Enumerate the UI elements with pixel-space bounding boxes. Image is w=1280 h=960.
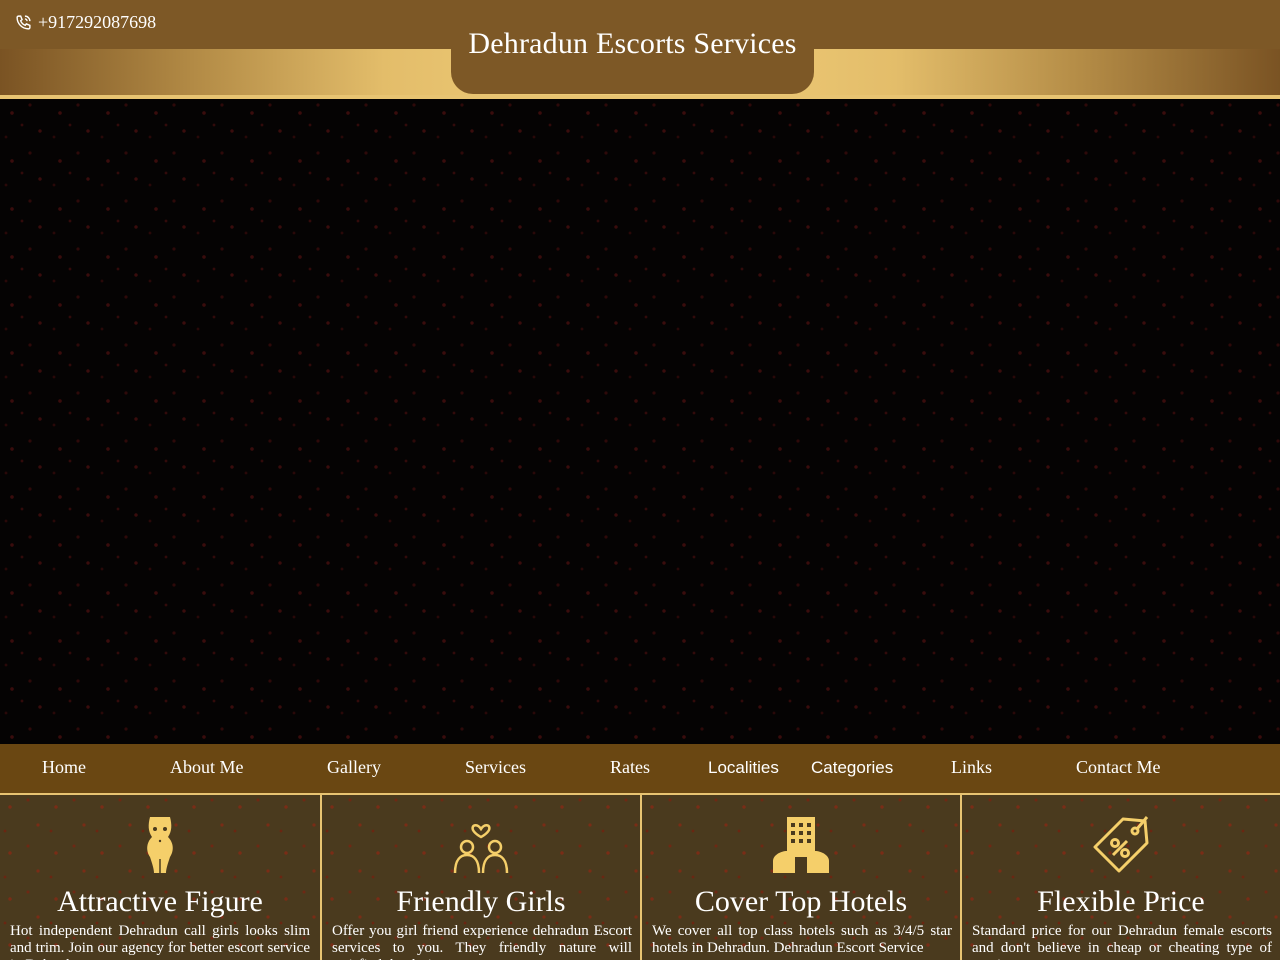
feature-cards: Attractive Figure Hot independent Dehrad…: [0, 793, 1280, 960]
title-tab: Dehradun Escorts Services: [451, 0, 814, 94]
couple-heart-icon: [453, 824, 509, 874]
feature-card-figure: Attractive Figure Hot independent Dehrad…: [0, 795, 320, 960]
feature-title: Friendly Girls: [396, 885, 566, 918]
nav-rates[interactable]: Rates: [610, 757, 650, 778]
nav-localities[interactable]: Localities: [708, 758, 779, 778]
nav-links[interactable]: Links: [951, 757, 992, 778]
feature-text: Hot independent Dehradun call girls look…: [10, 923, 310, 960]
feature-title: Flexible Price: [1037, 885, 1205, 918]
nav-gallery[interactable]: Gallery: [327, 757, 381, 778]
feature-text: Standard price for our Dehradun female e…: [972, 923, 1272, 960]
phone-link[interactable]: +917292087698: [15, 12, 156, 33]
site-header: +917292087698 Dehradun Escorts Services: [0, 0, 1280, 99]
phone-icon: [16, 15, 31, 30]
figure-icon: [147, 817, 173, 873]
hero-banner: [0, 99, 1280, 744]
site-title[interactable]: Dehradun Escorts Services: [468, 27, 796, 94]
feature-title: Attractive Figure: [57, 885, 263, 918]
nav-services[interactable]: Services: [465, 757, 526, 778]
nav-contact-me[interactable]: Contact Me: [1076, 757, 1160, 778]
nav-categories[interactable]: Categories: [811, 758, 893, 778]
feature-title: Cover Top Hotels: [694, 885, 908, 918]
discount-tag-icon: [1093, 816, 1149, 873]
feature-card-price: Flexible Price Standard price for our De…: [960, 795, 1280, 960]
feature-text: Offer you girl friend experience dehradu…: [332, 923, 632, 960]
phone-number: +917292087698: [38, 12, 157, 32]
main-nav: Home About Me Gallery Services Rates Loc…: [0, 744, 1280, 793]
nav-about-me[interactable]: About Me: [170, 757, 244, 778]
feature-text: We cover all top class hotels such as 3/…: [652, 923, 952, 956]
feature-card-hotels: Cover Top Hotels We cover all top class …: [640, 795, 960, 960]
hotel-icon: [773, 817, 829, 873]
nav-home[interactable]: Home: [42, 757, 86, 778]
feature-card-friendly: Friendly Girls Offer you girl friend exp…: [320, 795, 640, 960]
